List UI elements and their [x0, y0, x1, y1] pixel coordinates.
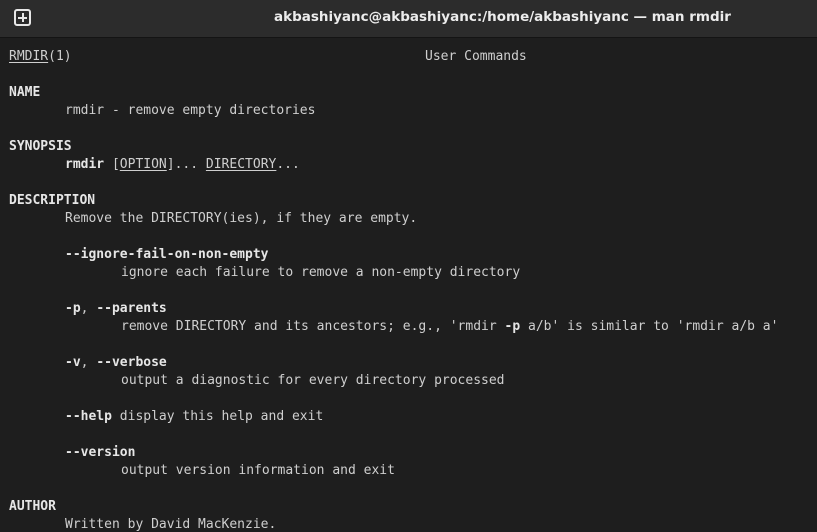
window-title: akbashiyanc@akbashiyanc:/home/akbashiyan… — [274, 9, 731, 25]
option-parents-desc-flag: -p — [504, 319, 521, 334]
option-verbose: -v, --verbose — [65, 354, 167, 372]
option-parents-desc: remove DIRECTORY and its ancestors; e.g.… — [121, 318, 778, 336]
option-separator: , — [80, 355, 97, 370]
section-heading-name: NAME — [9, 85, 41, 100]
option-parents: -p, --parents — [65, 300, 167, 318]
option-separator: , — [80, 301, 97, 316]
synopsis-bracket-close: ]... — [166, 157, 206, 172]
option-parents-desc-b: a/b' is similar to 'rmdir a/b a' — [520, 319, 779, 334]
man-section: (1) — [48, 49, 72, 64]
option-help-desc: display this help and exit — [111, 409, 324, 424]
option-parents-desc-a: remove DIRECTORY and its ancestors; e.g.… — [121, 319, 505, 334]
option-ignore-fail: --ignore-fail-on-non-empty — [65, 247, 269, 262]
option-verbose-long: --verbose — [96, 355, 167, 370]
synopsis-ellipsis: ... — [276, 157, 300, 172]
option-parents-long: --parents — [96, 301, 167, 316]
man-page-name: RMDIR — [9, 49, 49, 64]
man-header-center: User Commands — [425, 49, 527, 64]
option-parents-short: -p — [65, 301, 81, 316]
synopsis-bracket-open: [ — [104, 157, 120, 172]
section-heading-synopsis: SYNOPSIS — [9, 139, 72, 154]
option-help-flag: --help — [65, 409, 112, 424]
option-verbose-short: -v — [65, 355, 81, 370]
synopsis-command: rmdir — [65, 157, 105, 172]
section-heading-description: DESCRIPTION — [9, 193, 96, 208]
option-version-desc: output version information and exit — [121, 463, 395, 478]
synopsis-directory: DIRECTORY — [205, 157, 277, 172]
option-ignore-fail-desc: ignore each failure to remove a non-empt… — [121, 265, 521, 280]
option-verbose-desc: output a diagnostic for every directory … — [121, 373, 505, 388]
terminal-content[interactable]: RMDIR(1) User Commands NAME rmdir - remo… — [0, 38, 817, 532]
option-help: --help display this help and exit — [65, 408, 323, 426]
name-text: rmdir - remove empty directories — [65, 103, 316, 118]
man-header-left: RMDIR(1) — [9, 48, 72, 66]
author-text: Written by David MacKenzie. — [65, 517, 277, 532]
synopsis-line: rmdir [OPTION]... DIRECTORY... — [65, 156, 300, 174]
section-heading-author: AUTHOR — [9, 499, 56, 514]
option-version: --version — [65, 445, 136, 460]
title-bar: akbashiyanc@akbashiyanc:/home/akbashiyan… — [0, 0, 817, 38]
plus-square-icon[interactable] — [14, 9, 31, 26]
terminal-window: akbashiyanc@akbashiyanc:/home/akbashiyan… — [0, 0, 817, 532]
description-text: Remove the DIRECTORY(ies), if they are e… — [65, 211, 418, 226]
synopsis-option: OPTION — [119, 157, 167, 172]
